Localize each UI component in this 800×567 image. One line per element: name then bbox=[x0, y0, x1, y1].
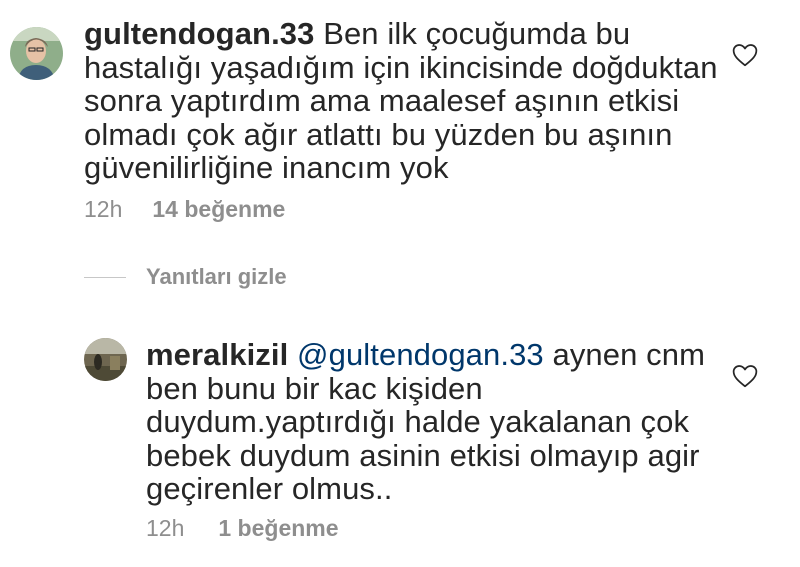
reply-mention-link[interactable]: @gultendogan.33 bbox=[297, 337, 544, 372]
avatar-photo bbox=[84, 338, 127, 381]
comment-meta: 12h 14 beğenme bbox=[84, 196, 285, 223]
reply-body: meralkizil @gultendogan.33 aynen cnm ben… bbox=[146, 338, 716, 506]
reply-meta: 12h 1 beğenme bbox=[146, 515, 339, 542]
reply-likes[interactable]: 1 beğenme bbox=[218, 515, 338, 542]
reply-time: 12h bbox=[146, 515, 185, 541]
heart-outline-icon[interactable] bbox=[732, 43, 758, 67]
avatar-photo bbox=[10, 27, 63, 80]
avatar[interactable] bbox=[10, 27, 63, 80]
comment-likes[interactable]: 14 beğenme bbox=[152, 196, 285, 223]
hide-replies-button[interactable]: Yanıtları gizle bbox=[84, 264, 287, 290]
comment-body: gultendogan.33 Ben ilk çocuğumda bu hast… bbox=[84, 17, 724, 185]
replies-divider-line bbox=[84, 276, 126, 278]
comment-username[interactable]: gultendogan.33 bbox=[84, 16, 314, 51]
hide-replies-label: Yanıtları gizle bbox=[146, 264, 287, 289]
heart-outline-icon[interactable] bbox=[732, 364, 758, 388]
comment-time: 12h bbox=[84, 196, 123, 222]
avatar[interactable] bbox=[84, 338, 127, 381]
reply-username[interactable]: meralkizil bbox=[146, 337, 288, 372]
